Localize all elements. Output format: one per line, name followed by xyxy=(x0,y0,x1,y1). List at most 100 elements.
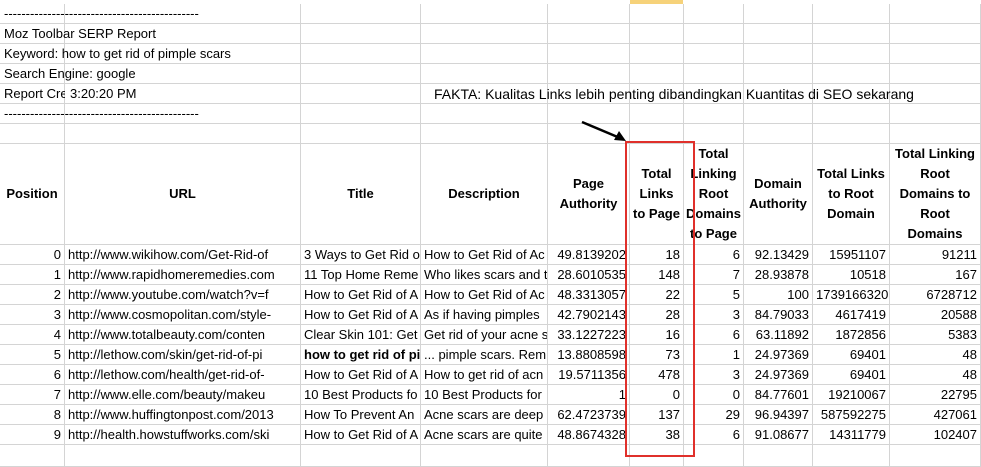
table-cell[interactable]: 48.8674328 xyxy=(548,425,630,445)
table-cell[interactable]: 3 xyxy=(0,305,65,325)
column-header[interactable]: Domain Authority xyxy=(744,144,813,245)
grid-cell[interactable] xyxy=(421,44,548,64)
grid-cell[interactable] xyxy=(813,64,890,84)
grid-cell[interactable] xyxy=(684,4,744,24)
table-cell[interactable]: 7 xyxy=(0,385,65,405)
table-cell[interactable]: 48.3313057 xyxy=(548,285,630,305)
table-cell[interactable]: As if having pimples xyxy=(421,305,548,325)
table-cell[interactable]: 24.97369 xyxy=(744,365,813,385)
table-cell[interactable]: how to get rid of pi xyxy=(301,345,421,365)
table-cell[interactable]: 28.93878 xyxy=(744,265,813,285)
table-cell[interactable]: 8 xyxy=(0,405,65,425)
column-header[interactable]: Description xyxy=(421,144,548,245)
table-cell[interactable]: Get rid of your acne s xyxy=(421,325,548,345)
grid-cell[interactable] xyxy=(890,104,981,124)
grid-cell[interactable] xyxy=(421,104,548,124)
table-cell[interactable]: 19210067 xyxy=(813,385,890,405)
grid-cell[interactable] xyxy=(548,44,630,64)
grid-cell[interactable] xyxy=(301,84,421,104)
table-cell[interactable]: http://www.rapidhomeremedies.com xyxy=(65,265,301,285)
table-cell[interactable]: How to Get Rid of Ac xyxy=(421,285,548,305)
grid-cell[interactable] xyxy=(301,64,421,84)
table-cell[interactable]: 5 xyxy=(0,345,65,365)
grid-cell[interactable] xyxy=(890,44,981,64)
grid-cell[interactable] xyxy=(0,124,65,144)
grid-cell[interactable] xyxy=(813,104,890,124)
table-cell[interactable]: Clear Skin 101: Get xyxy=(301,325,421,345)
grid-cell[interactable] xyxy=(813,4,890,24)
table-cell[interactable]: 69401 xyxy=(813,365,890,385)
table-cell[interactable]: http://www.totalbeauty.com/conten xyxy=(65,325,301,345)
grid-cell[interactable] xyxy=(813,445,890,467)
table-cell[interactable]: 91211 xyxy=(890,245,981,265)
grid-cell[interactable] xyxy=(421,124,548,144)
grid-cell[interactable] xyxy=(630,64,684,84)
grid-cell[interactable] xyxy=(744,104,813,124)
table-cell[interactable]: http://www.cosmopolitan.com/style- xyxy=(65,305,301,325)
grid-cell[interactable] xyxy=(301,124,421,144)
table-cell[interactable]: http://www.huffingtonpost.com/2013 xyxy=(65,405,301,425)
table-cell[interactable]: 24.97369 xyxy=(744,345,813,365)
grid-cell[interactable] xyxy=(548,64,630,84)
table-cell[interactable]: 13.8808598 xyxy=(548,345,630,365)
grid-cell[interactable] xyxy=(301,104,421,124)
table-cell[interactable]: 1739166320 xyxy=(813,285,890,305)
grid-cell[interactable] xyxy=(421,4,548,24)
grid-cell[interactable] xyxy=(684,24,744,44)
table-cell[interactable]: 1872856 xyxy=(813,325,890,345)
table-cell[interactable]: 48 xyxy=(890,345,981,365)
table-cell[interactable]: 15951107 xyxy=(813,245,890,265)
table-cell[interactable]: 1 xyxy=(0,265,65,285)
table-cell[interactable]: How to get rid of acn xyxy=(421,365,548,385)
table-cell[interactable]: 48 xyxy=(890,365,981,385)
grid-cell[interactable] xyxy=(630,44,684,64)
table-cell[interactable]: 587592275 xyxy=(813,405,890,425)
grid-cell[interactable] xyxy=(684,44,744,64)
table-cell[interactable]: 427061 xyxy=(890,405,981,425)
grid-cell[interactable] xyxy=(301,4,421,24)
table-cell[interactable]: 69401 xyxy=(813,345,890,365)
table-cell[interactable]: 9 xyxy=(0,425,65,445)
grid-cell[interactable] xyxy=(65,445,301,467)
table-cell[interactable]: 0 xyxy=(0,245,65,265)
table-cell[interactable]: 28.6010535 xyxy=(548,265,630,285)
table-cell[interactable]: 62.4723739 xyxy=(548,405,630,425)
table-cell[interactable]: http://www.youtube.com/watch?v=f xyxy=(65,285,301,305)
grid-cell[interactable] xyxy=(744,4,813,24)
table-cell[interactable]: 22795 xyxy=(890,385,981,405)
table-cell[interactable]: 63.11892 xyxy=(744,325,813,345)
table-cell[interactable]: 102407 xyxy=(890,425,981,445)
grid-cell[interactable] xyxy=(813,44,890,64)
grid-cell[interactable] xyxy=(421,445,548,467)
grid-cell[interactable] xyxy=(684,104,744,124)
table-cell[interactable]: http://lethow.com/skin/get-rid-of-pi xyxy=(65,345,301,365)
table-cell[interactable]: Acne scars are quite xyxy=(421,425,548,445)
grid-cell[interactable] xyxy=(630,24,684,44)
column-header[interactable]: Position xyxy=(0,144,65,245)
table-cell[interactable]: Acne scars are deep xyxy=(421,405,548,425)
grid-cell[interactable] xyxy=(301,445,421,467)
column-header[interactable]: URL xyxy=(65,144,301,245)
table-cell[interactable]: 4617419 xyxy=(813,305,890,325)
table-cell[interactable]: 92.13429 xyxy=(744,245,813,265)
table-cell[interactable]: 42.7902143 xyxy=(548,305,630,325)
table-cell[interactable]: 6 xyxy=(0,365,65,385)
grid-cell[interactable] xyxy=(890,64,981,84)
table-cell[interactable]: http://www.elle.com/beauty/makeu xyxy=(65,385,301,405)
grid-cell[interactable] xyxy=(890,4,981,24)
grid-cell[interactable] xyxy=(744,24,813,44)
table-cell[interactable]: 10 Best Products for xyxy=(421,385,548,405)
table-cell[interactable]: 33.1227223 xyxy=(548,325,630,345)
table-cell[interactable]: Who likes scars and t xyxy=(421,265,548,285)
table-cell[interactable]: 4 xyxy=(0,325,65,345)
table-cell[interactable]: 84.79033 xyxy=(744,305,813,325)
table-cell[interactable]: 6728712 xyxy=(890,285,981,305)
table-cell[interactable]: 84.77601 xyxy=(744,385,813,405)
grid-cell[interactable] xyxy=(548,24,630,44)
table-cell[interactable]: 11 Top Home Reme xyxy=(301,265,421,285)
grid-cell[interactable] xyxy=(744,64,813,84)
grid-cell[interactable] xyxy=(744,445,813,467)
grid-cell[interactable] xyxy=(813,124,890,144)
grid-cell[interactable] xyxy=(421,64,548,84)
grid-cell[interactable] xyxy=(0,445,65,467)
